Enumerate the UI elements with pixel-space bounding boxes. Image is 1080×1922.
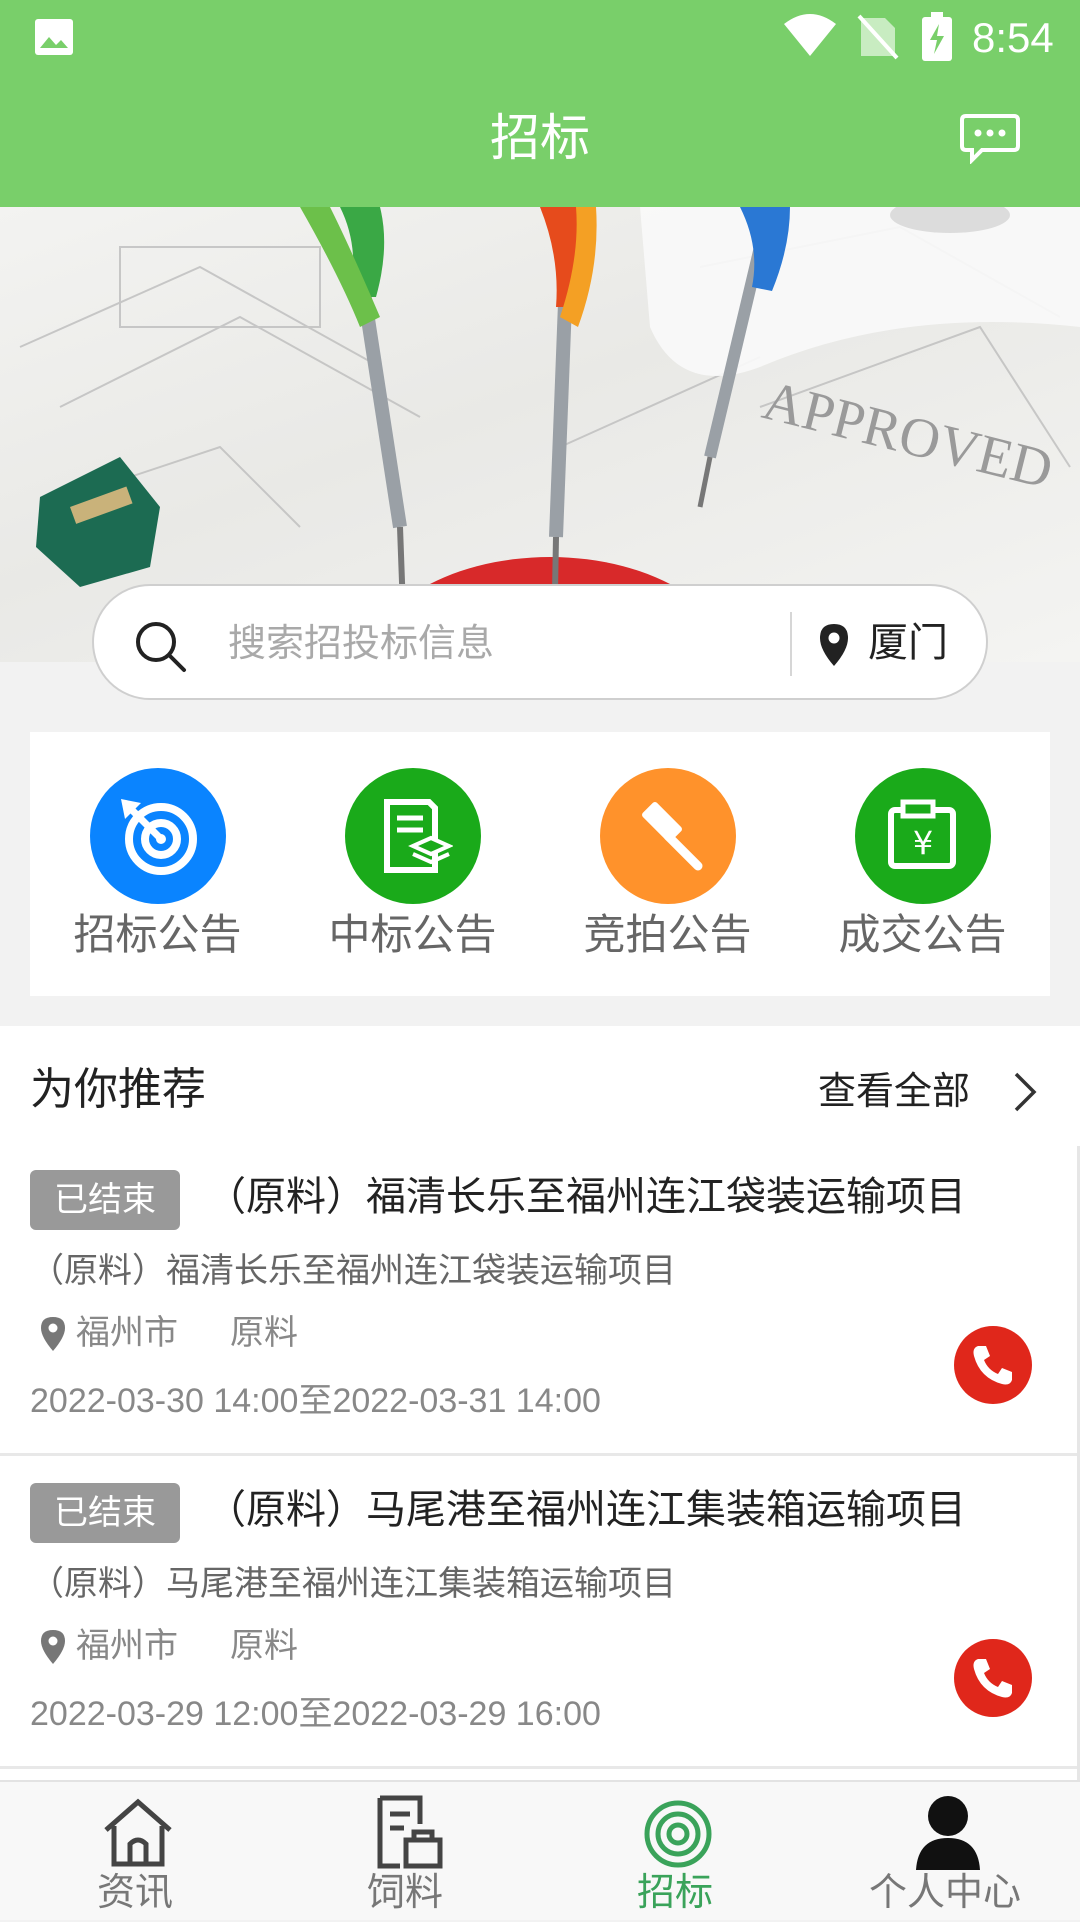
item-title: （原料）马尾港至福州连江集装箱运输项目	[206, 1487, 966, 1533]
category-deal-notice[interactable]: ¥ 成交公告	[795, 732, 1050, 996]
item-category: 原料	[230, 1626, 298, 1666]
status-badge: 已结束	[30, 1170, 180, 1230]
bottom-nav: 资讯 饲料 招标 个人中心	[0, 1780, 1080, 1920]
phone-icon	[973, 1346, 1012, 1385]
item-category: 原料	[230, 1313, 298, 1353]
feed-doc-icon	[377, 1795, 443, 1869]
chevron-right-icon[interactable]	[1010, 1070, 1040, 1114]
item-subtitle: （原料）马尾港至福州连江集装箱运输项目	[30, 1564, 676, 1604]
home-icon	[104, 1798, 172, 1867]
list-item[interactable]: 已结束 （原料）福清长乐至福州连江袋装运输项目 （原料）福清长乐至福州连江袋装运…	[0, 1146, 1078, 1456]
app-header: 8:54 招标	[0, 0, 1080, 207]
target-icon	[90, 768, 226, 904]
item-date-range: 2022-03-29 12:00至2022-03-29 16:00	[30, 1695, 601, 1733]
message-icon[interactable]	[960, 112, 1020, 164]
target-icon	[644, 1800, 712, 1868]
item-city: 福州市	[76, 1313, 178, 1353]
person-icon	[916, 1796, 980, 1870]
battery-charging-icon	[922, 12, 952, 61]
phone-call-button[interactable]	[954, 1326, 1032, 1404]
nav-item-tender[interactable]: 招标	[540, 1782, 810, 1922]
search-bar[interactable]: 搜索招投标信息 厦门	[92, 584, 988, 700]
category-label: 竞拍公告	[583, 910, 752, 959]
phone-call-button[interactable]	[954, 1639, 1032, 1717]
nav-label: 招标	[636, 1870, 713, 1914]
status-time: 8:54	[972, 14, 1054, 61]
category-label: 成交公告	[838, 910, 1007, 959]
category-panel: 招标公告 中标公告 竞拍公告 ¥ 成交公告	[30, 732, 1050, 996]
view-all-link[interactable]: 查看全部	[818, 1062, 970, 1120]
location-pin-icon	[820, 624, 848, 666]
search-input[interactable]: 搜索招投标信息	[228, 614, 494, 672]
document-layers-icon	[345, 768, 481, 904]
item-date-range: 2022-03-30 14:00至2022-03-31 14:00	[30, 1382, 601, 1420]
category-award-notice[interactable]: 中标公告	[285, 732, 540, 996]
svg-text:¥: ¥	[913, 824, 933, 862]
phone-icon	[973, 1659, 1012, 1698]
gavel-icon	[600, 768, 736, 904]
status-bar: 8:54	[0, 0, 1080, 76]
category-label: 招标公告	[73, 910, 242, 959]
city-selector[interactable]: 厦门	[868, 614, 948, 672]
location-pin-icon	[41, 1317, 65, 1351]
svg-text:APPROVED: APPROVED	[757, 369, 1059, 501]
recommend-title: 为你推荐	[30, 1064, 206, 1115]
nav-item-news[interactable]: 资讯	[0, 1782, 270, 1922]
category-label: 中标公告	[328, 910, 497, 959]
yuan-document-icon: ¥	[855, 768, 991, 904]
image-icon	[35, 19, 73, 55]
category-tender-notice[interactable]: 招标公告	[30, 732, 285, 996]
recommend-header: 为你推荐 查看全部	[0, 1026, 1080, 1146]
nav-label: 资讯	[96, 1870, 173, 1914]
nav-item-feed[interactable]: 饲料	[270, 1782, 540, 1922]
search-divider	[790, 612, 792, 676]
item-title: （原料）福清长乐至福州连江袋装运输项目	[206, 1174, 966, 1220]
item-subtitle: （原料）福清长乐至福州连江袋装运输项目	[30, 1251, 676, 1291]
item-city: 福州市	[76, 1626, 178, 1666]
category-auction-notice[interactable]: 竞拍公告	[540, 732, 795, 996]
no-sim-icon	[857, 14, 899, 60]
location-pin-icon	[41, 1630, 65, 1664]
search-icon	[136, 622, 186, 672]
nav-label: 饲料	[366, 1870, 443, 1914]
recommend-section: 为你推荐 查看全部 已结束 （原料）福清长乐至福州连江袋装运输项目 （原料）福清…	[0, 1026, 1080, 1780]
wifi-icon	[784, 14, 836, 56]
page-title: 招标	[490, 109, 590, 167]
nav-label: 个人中心	[868, 1870, 1021, 1914]
status-badge: 已结束	[30, 1483, 180, 1543]
nav-item-profile[interactable]: 个人中心	[810, 1782, 1080, 1922]
list-item[interactable]: 已结束 （原料）马尾港至福州连江集装箱运输项目 （原料）马尾港至福州连江集装箱运…	[0, 1459, 1078, 1769]
